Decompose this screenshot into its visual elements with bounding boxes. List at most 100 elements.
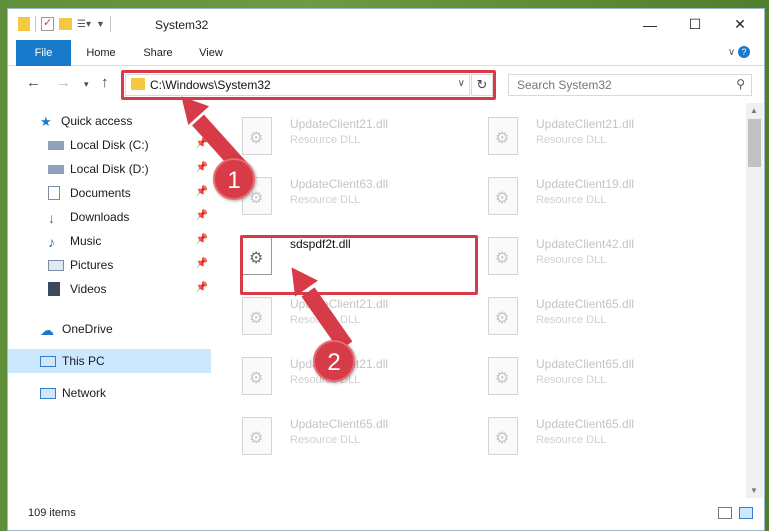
- file-name: UpdateClient21.dll: [290, 117, 389, 131]
- new-folder-icon[interactable]: [59, 18, 72, 30]
- sidebar-item-local-disk-c[interactable]: Local Disk (C:) 📌: [8, 133, 211, 157]
- pin-icon[interactable]: 📌: [196, 186, 208, 197]
- dll-file-icon: [488, 417, 518, 455]
- file-item[interactable]: UpdateClient42.dll Resource DLL: [462, 229, 702, 277]
- file-item[interactable]: UpdateClient65.dll Resource DLL: [462, 409, 702, 457]
- properties-icon[interactable]: ✓: [41, 17, 54, 31]
- forward-arrow-icon[interactable]: →: [56, 74, 71, 91]
- maximize-button[interactable]: ☐: [672, 9, 718, 40]
- recent-locations-icon[interactable]: ▾: [84, 79, 89, 90]
- star-icon: ★: [40, 114, 52, 129]
- pin-icon[interactable]: 📌: [196, 234, 208, 245]
- file-type: Resource DLL: [536, 374, 607, 386]
- dll-file-icon: [242, 297, 272, 335]
- sidebar-item-label: Local Disk (C:): [70, 138, 149, 152]
- sidebar-item-videos[interactable]: Videos 📌: [8, 277, 211, 301]
- file-item[interactable]: UpdateClient21.dll Resource DLL: [462, 109, 702, 157]
- tab-share[interactable]: Share: [136, 40, 180, 66]
- item-count: 109 items: [28, 507, 76, 519]
- details-view-icon[interactable]: [718, 507, 732, 519]
- file-item[interactable]: UpdateClient65.dll Resource DLL: [462, 349, 702, 397]
- search-placeholder: Search System32: [517, 78, 612, 92]
- step-2-badge: 2: [313, 340, 355, 382]
- vertical-scrollbar[interactable]: ▲ ▼: [746, 103, 763, 498]
- large-icons-view-icon[interactable]: [739, 507, 753, 519]
- sidebar-item-network[interactable]: Network: [8, 381, 211, 405]
- dll-file-icon: [488, 297, 518, 335]
- sidebar-item-local-disk-d[interactable]: Local Disk (D:) 📌: [8, 157, 211, 181]
- file-type: Resource DLL: [536, 314, 607, 326]
- pin-icon[interactable]: 📌: [196, 210, 208, 221]
- dll-file-icon: [242, 357, 272, 395]
- scroll-up-icon[interactable]: ▲: [750, 106, 758, 115]
- tab-view[interactable]: View: [191, 40, 231, 66]
- file-type: Resource DLL: [536, 194, 607, 206]
- dll-file-icon: [488, 357, 518, 395]
- sidebar-item-label: Quick access: [61, 114, 133, 128]
- step-1-badge: 1: [213, 158, 255, 200]
- dll-file-icon: [242, 417, 272, 455]
- file-name: UpdateClient63.dll: [290, 177, 389, 191]
- file-type: Resource DLL: [290, 194, 361, 206]
- file-name: UpdateClient65.dll: [536, 297, 635, 311]
- file-name: UpdateClient65.dll: [536, 357, 635, 371]
- sidebar-item-downloads[interactable]: ↓ Downloads 📌: [8, 205, 211, 229]
- file-name: UpdateClient42.dll: [536, 237, 635, 251]
- computer-icon: [40, 355, 56, 367]
- cloud-icon: ☁: [40, 322, 54, 338]
- title-bar: ✓ ☰▾ ▼ System32 — ☐ ✕: [8, 9, 764, 40]
- pin-icon[interactable]: 📌: [196, 258, 208, 269]
- status-bar: 109 items: [8, 498, 764, 530]
- sidebar-item-label: Downloads: [70, 210, 130, 224]
- sidebar-item-music[interactable]: ♪ Music 📌: [8, 229, 211, 253]
- explorer-window: ✓ ☰▾ ▼ System32 — ☐ ✕ File Home Share Vi…: [7, 8, 765, 531]
- tab-file[interactable]: File: [16, 40, 71, 66]
- file-item[interactable]: UpdateClient21.dll Resource DLL: [216, 109, 456, 157]
- sidebar-item-label: Music: [70, 234, 102, 248]
- file-name: UpdateClient21.dll: [536, 117, 635, 131]
- network-icon: [40, 387, 56, 399]
- dll-file-icon: [242, 117, 272, 155]
- file-type: Resource DLL: [536, 134, 607, 146]
- file-type: Resource DLL: [290, 434, 361, 446]
- sidebar-item-pictures[interactable]: Pictures 📌: [8, 253, 211, 277]
- dll-file-icon: [488, 177, 518, 215]
- help-icon[interactable]: ?: [738, 46, 750, 58]
- file-item[interactable]: UpdateClient65.dll Resource DLL: [216, 409, 456, 457]
- file-list: UpdateClient21.dll Resource DLL UpdateCli…: [216, 103, 746, 498]
- pin-icon[interactable]: 📌: [196, 162, 208, 173]
- scroll-down-icon[interactable]: ▼: [750, 486, 758, 495]
- address-row: ← → ▾ ↑ C:\Windows\System32 ∨ ↻ Search S…: [8, 67, 764, 101]
- sidebar-item-onedrive[interactable]: ☁ OneDrive: [8, 317, 211, 341]
- scrollbar-thumb[interactable]: [748, 119, 761, 167]
- navigation-pane: ★ Quick access Local Disk (C:) 📌 Local D…: [8, 103, 211, 498]
- music-icon: ♪: [48, 234, 55, 250]
- download-icon: ↓: [48, 210, 55, 226]
- picture-icon: [48, 259, 64, 271]
- file-type: Resource DLL: [290, 134, 361, 146]
- window-title: System32: [155, 18, 209, 32]
- close-button[interactable]: ✕: [717, 9, 763, 40]
- folder-icon[interactable]: [18, 17, 30, 31]
- search-input[interactable]: Search System32 ⚲: [508, 74, 752, 96]
- chevron-down-icon[interactable]: ▼: [96, 19, 105, 29]
- sidebar-item-documents[interactable]: Documents 📌: [8, 181, 211, 205]
- quick-access-toolbar: ✓ ☰▾ ▼: [18, 16, 111, 32]
- sidebar-item-label: Pictures: [70, 258, 114, 272]
- back-arrow-icon[interactable]: ←: [26, 74, 41, 91]
- video-icon: [48, 282, 60, 296]
- tab-home[interactable]: Home: [78, 40, 124, 66]
- expand-ribbon-icon[interactable]: ∨ ?: [728, 46, 750, 58]
- file-item[interactable]: UpdateClient65.dll Resource DLL: [462, 289, 702, 337]
- sidebar-item-label: Documents: [70, 186, 131, 200]
- file-item[interactable]: UpdateClient19.dll Resource DLL: [462, 169, 702, 217]
- minimize-button[interactable]: —: [627, 9, 673, 40]
- up-arrow-icon[interactable]: ↑: [101, 74, 109, 91]
- pin-icon[interactable]: 📌: [196, 282, 208, 293]
- search-icon[interactable]: ⚲: [736, 77, 745, 91]
- customize-icon[interactable]: ☰▾: [77, 19, 91, 30]
- file-type: Resource DLL: [536, 254, 607, 266]
- sidebar-item-label: Local Disk (D:): [70, 162, 149, 176]
- sidebar-item-this-pc[interactable]: This PC: [8, 349, 211, 373]
- file-name: UpdateClient65.dll: [536, 417, 635, 431]
